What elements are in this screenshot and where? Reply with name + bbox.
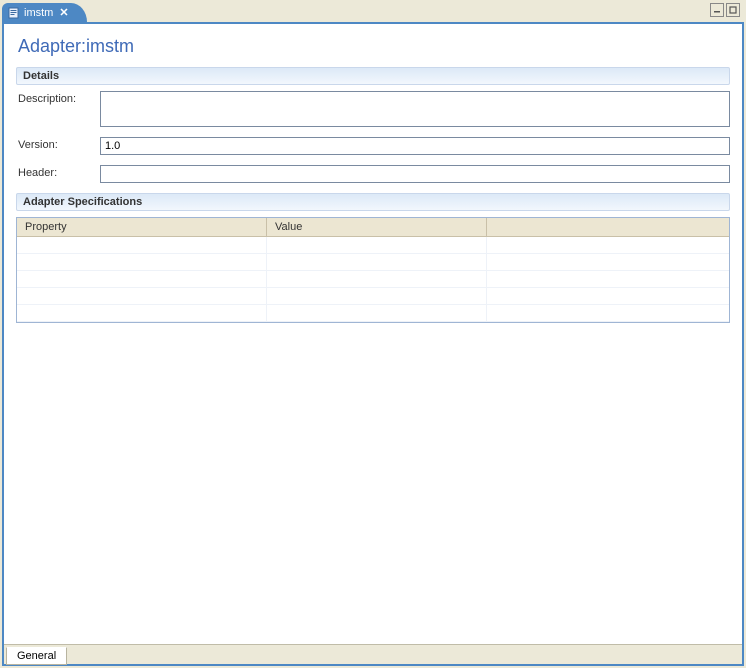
tab-bar: imstm ✕ — [0, 0, 746, 22]
cell-property[interactable] — [17, 271, 267, 287]
column-extra — [487, 218, 729, 236]
description-label: Description: — [18, 91, 100, 105]
spec-table[interactable]: Property Value — [16, 217, 730, 323]
column-value[interactable]: Value — [267, 218, 487, 236]
document-icon — [8, 7, 20, 19]
page-title: Adapter:imstm — [18, 36, 730, 57]
spec-table-header: Property Value — [17, 218, 729, 237]
cell-value[interactable] — [267, 271, 487, 287]
table-row[interactable] — [17, 254, 729, 271]
description-input[interactable] — [100, 91, 730, 127]
editor-frame: Adapter:imstm Details Description: Versi… — [2, 22, 744, 666]
cell-property[interactable] — [17, 305, 267, 321]
section-specs-header: Adapter Specifications — [16, 193, 730, 211]
version-label: Version: — [18, 137, 100, 151]
cell-extra — [487, 271, 729, 287]
cell-extra — [487, 288, 729, 304]
cell-extra — [487, 305, 729, 321]
cell-extra — [487, 237, 729, 253]
section-details-header: Details — [16, 67, 730, 85]
cell-value[interactable] — [267, 288, 487, 304]
cell-property[interactable] — [17, 254, 267, 270]
cell-property[interactable] — [17, 237, 267, 253]
cell-extra — [487, 254, 729, 270]
minimize-button[interactable] — [710, 3, 724, 17]
header-input[interactable] — [100, 165, 730, 183]
column-property[interactable]: Property — [17, 218, 267, 236]
table-row[interactable] — [17, 271, 729, 288]
maximize-button[interactable] — [726, 3, 740, 17]
cell-value[interactable] — [267, 237, 487, 253]
editor-tab-imstm[interactable]: imstm ✕ — [2, 3, 87, 22]
tab-general[interactable]: General — [6, 647, 67, 665]
table-row[interactable] — [17, 288, 729, 305]
close-icon[interactable]: ✕ — [59, 6, 68, 19]
table-row[interactable] — [17, 305, 729, 322]
table-row[interactable] — [17, 237, 729, 254]
cell-value[interactable] — [267, 254, 487, 270]
version-input[interactable] — [100, 137, 730, 155]
header-label: Header: — [18, 165, 100, 179]
cell-value[interactable] — [267, 305, 487, 321]
cell-property[interactable] — [17, 288, 267, 304]
bottom-tab-bar: General — [4, 644, 742, 664]
editor-tab-label: imstm — [24, 7, 53, 19]
